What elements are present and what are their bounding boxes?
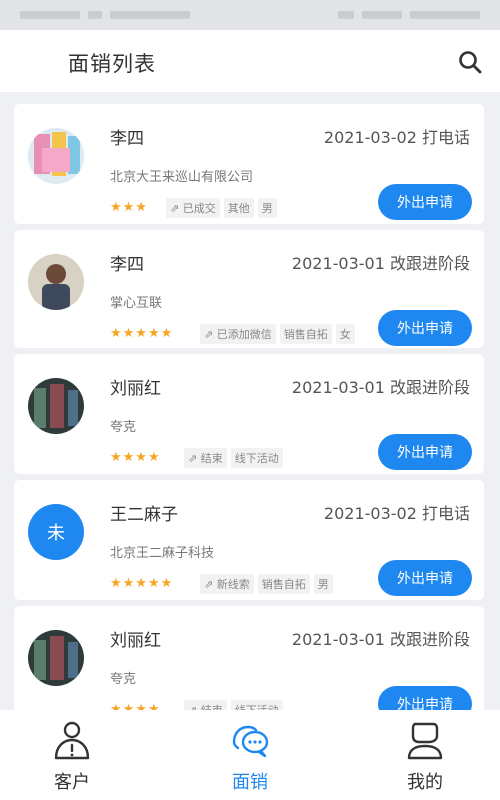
- outing-request-button[interactable]: 外出申请: [378, 310, 472, 346]
- tag-list: ⇗ 已添加微信 销售自拓 女: [200, 324, 355, 344]
- tab-label: 客户: [54, 772, 90, 793]
- tag: ⇗ 已添加微信: [200, 324, 276, 344]
- list-item[interactable]: 刘丽红 2021-03-01 改跟进阶段 夸克 ★★★★ ⇗ 结束 线下活动 外…: [14, 606, 484, 710]
- activity-meta: 2021-03-02 打电话: [323, 128, 470, 147]
- tag: 女: [335, 324, 355, 344]
- tag: 线下活动: [230, 448, 283, 468]
- tag-list: ⇗ 已成交 其他 男: [166, 198, 277, 218]
- rating-stars: ★★★★★: [110, 576, 174, 591]
- page-title: 面销列表: [68, 52, 156, 76]
- tag-list: ⇗ 结束 线下活动: [184, 448, 283, 468]
- company-name: 北京王二麻子科技: [110, 546, 215, 561]
- avatar: [28, 128, 84, 184]
- customer-name: 刘丽红: [110, 631, 161, 651]
- activity-meta: 2021-03-01 改跟进阶段: [291, 630, 470, 649]
- avatar: 未: [28, 504, 84, 560]
- customer-name: 王二麻子: [110, 505, 178, 525]
- tag: ⇗ 已成交: [166, 198, 220, 218]
- outing-request-button[interactable]: 外出申请: [378, 686, 472, 710]
- status-bar-left: [20, 11, 190, 19]
- avatar: [28, 378, 84, 434]
- tag: 销售自拓: [257, 574, 310, 594]
- list-item[interactable]: 刘丽红 2021-03-01 改跟进阶段 夸克 ★★★★ ⇗ 结束 线下活动 外…: [14, 354, 484, 474]
- activity-meta: 2021-03-01 改跟进阶段: [291, 254, 470, 273]
- avatar: [28, 630, 84, 686]
- company-name: 夸克: [110, 420, 137, 435]
- company-name: 北京大王来巡山有限公司: [110, 170, 254, 185]
- status-bar-right: [338, 11, 480, 19]
- status-bar: [0, 0, 500, 30]
- company-name: 夸克: [110, 672, 137, 687]
- tag: 男: [257, 198, 277, 218]
- avatar: [28, 254, 84, 310]
- tag-list: ⇗ 结束 线下活动: [184, 700, 283, 710]
- tag: 男: [313, 574, 333, 594]
- tag: ⇗ 结束: [184, 700, 227, 710]
- tag-list: ⇗ 新线索 销售自拓 男: [200, 574, 333, 594]
- activity-meta: 2021-03-01 改跟进阶段: [291, 378, 470, 397]
- list-item[interactable]: 未 王二麻子 2021-03-02 打电话 北京王二麻子科技 ★★★★★ ⇗ 新…: [14, 480, 484, 600]
- rating-stars: ★★★★: [110, 702, 161, 710]
- tag: 其他: [223, 198, 254, 218]
- outing-request-button[interactable]: 外出申请: [378, 560, 472, 596]
- tab-label: 面销: [232, 772, 268, 793]
- tag: 线下活动: [230, 700, 283, 710]
- rating-stars: ★★★★★: [110, 326, 174, 341]
- outing-request-button[interactable]: 外出申请: [378, 184, 472, 220]
- customer-name: 李四: [110, 255, 144, 275]
- tab-mine[interactable]: 我的: [380, 718, 470, 798]
- list-item[interactable]: 李四 2021-03-01 改跟进阶段 掌心互联 ★★★★★ ⇗ 已添加微信 销…: [14, 230, 484, 348]
- sales-list: 李四 2021-03-02 打电话 北京大王来巡山有限公司 ★★★ ⇗ 已成交 …: [0, 96, 500, 710]
- page-header: 面销列表: [0, 30, 500, 92]
- rating-stars: ★★★: [110, 200, 148, 215]
- person-alert-icon: [54, 721, 90, 760]
- tab-label: 我的: [407, 772, 443, 793]
- tag: ⇗ 新线索: [200, 574, 254, 594]
- outing-request-button[interactable]: 外出申请: [378, 434, 472, 470]
- tag: ⇗ 结束: [184, 448, 227, 468]
- customer-name: 刘丽红: [110, 379, 161, 399]
- bottom-tab-bar: 客户 面销 我的: [0, 710, 500, 800]
- search-icon[interactable]: [456, 48, 484, 76]
- customer-name: 李四: [110, 129, 144, 149]
- list-item[interactable]: 李四 2021-03-02 打电话 北京大王来巡山有限公司 ★★★ ⇗ 已成交 …: [14, 104, 484, 224]
- activity-meta: 2021-03-02 打电话: [323, 504, 470, 523]
- chat-bubbles-icon: [232, 725, 269, 758]
- tag: 销售自拓: [279, 324, 332, 344]
- tab-customers[interactable]: 客户: [27, 718, 117, 798]
- company-name: 掌心互联: [110, 296, 163, 311]
- user-profile-icon: [407, 722, 443, 760]
- tab-face-sales[interactable]: 面销: [205, 718, 295, 798]
- rating-stars: ★★★★: [110, 450, 161, 465]
